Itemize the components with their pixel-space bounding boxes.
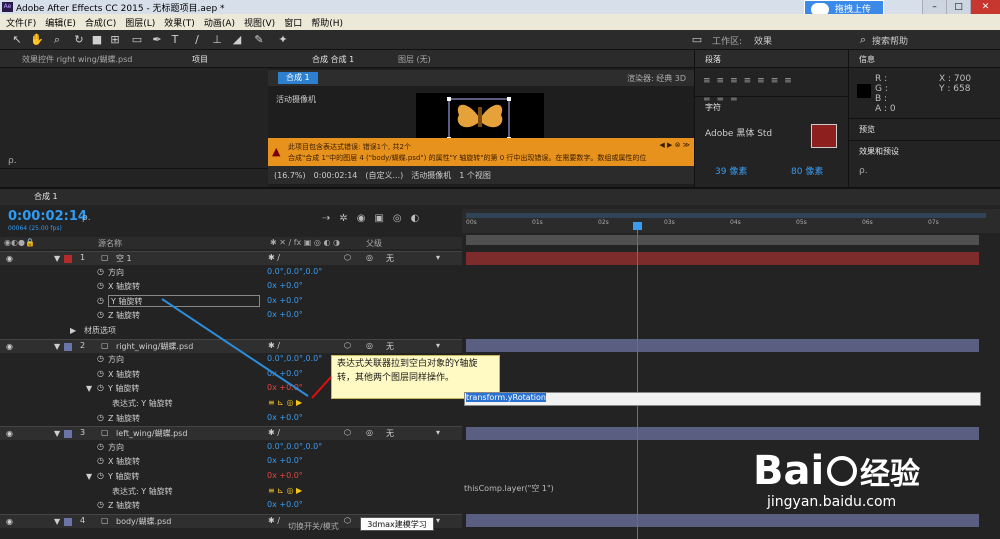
watermark-brand-2: 经验 [859,457,920,492]
expression-text: transform.yRotation [466,393,546,402]
tooltip: 3dmax建模学习 [360,517,434,531]
expression-input[interactable]: transform.yRotation [464,392,981,406]
baidu-watermark: Bai 经验 jingyan.baidu.com [753,448,920,510]
expression-text-layer3[interactable]: thisComp.layer("空 1") [464,483,554,494]
baidu-paw-icon [827,456,858,486]
watermark-brand: Bai [753,448,825,494]
watermark-url: jingyan.baidu.com [767,494,897,510]
toggle-switches-modes[interactable]: 切换开关/模式 [288,521,339,532]
